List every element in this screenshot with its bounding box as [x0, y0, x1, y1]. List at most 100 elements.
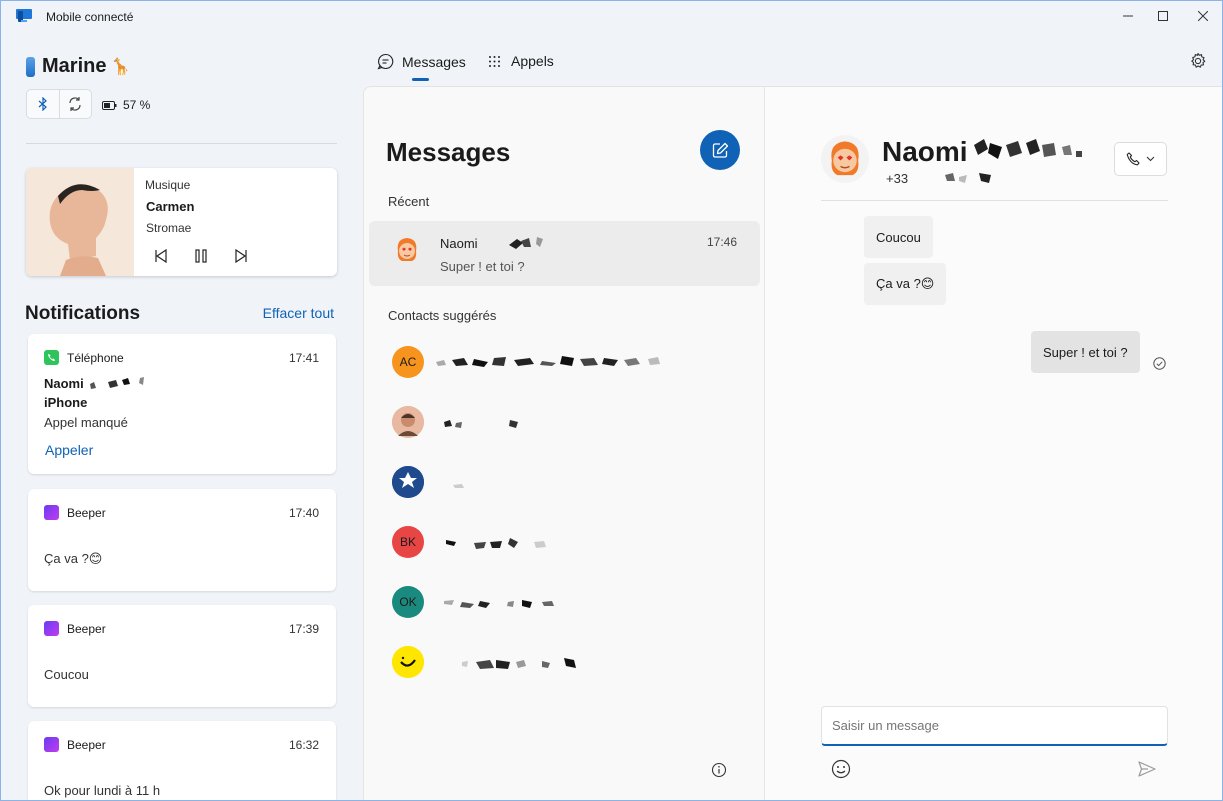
suggested-contact[interactable]: BK	[364, 526, 764, 566]
maximize-button[interactable]	[1146, 1, 1180, 31]
pause-button[interactable]	[190, 246, 212, 266]
settings-gear-icon[interactable]	[1189, 52, 1207, 70]
phone-icon	[26, 56, 35, 77]
beeper-app-icon	[44, 737, 59, 752]
redacted-scribble	[974, 139, 1082, 159]
device-header[interactable]: Marine 🦒	[26, 55, 130, 78]
notification-device: iPhone	[44, 395, 88, 410]
notification-time: 17:41	[288, 351, 319, 365]
title-bar: Mobile connecté	[1, 1, 1222, 31]
emoji-icon[interactable]	[831, 759, 851, 779]
redacted-scribble	[453, 484, 464, 488]
conversation-time: 17:46	[706, 235, 737, 249]
battery-status: 57 %	[102, 98, 150, 112]
notification-time: 16:32	[288, 738, 319, 752]
redacted-scribble	[444, 600, 554, 608]
notification-card[interactable]: Téléphone 17:41 Naomi iPhone Appel manqu…	[28, 334, 336, 474]
device-name: Marine	[42, 55, 107, 77]
send-icon[interactable]	[1137, 759, 1157, 779]
memoji-avatar-icon	[831, 141, 859, 176]
chat-header-divider	[821, 200, 1168, 201]
contact-avatar	[392, 646, 424, 678]
battery-level: 57 %	[123, 98, 151, 112]
app-window: Mobile connecté Marine 🦒 57 % Musique Ca…	[0, 0, 1223, 801]
organization-logo-icon	[392, 466, 424, 498]
maximize-icon	[1158, 11, 1168, 21]
previous-track-button[interactable]	[150, 246, 172, 266]
close-button[interactable]	[1186, 1, 1220, 31]
music-card[interactable]: Musique Carmen Stromae	[26, 168, 337, 276]
chat-pane: Naomi +33 Coucou Ça va ?😊 Super ! et toi…	[764, 86, 1222, 800]
notification-time: 17:40	[288, 506, 319, 520]
device-actions	[26, 89, 92, 119]
suggested-contact[interactable]	[364, 646, 764, 686]
contact-avatar	[391, 234, 423, 266]
message-bubble-incoming: Ça va ?😊	[864, 263, 947, 305]
battery-icon	[102, 100, 117, 110]
conversation-item[interactable]: Naomi Super ! et toi ? 17:46	[369, 221, 760, 286]
dialpad-icon	[489, 55, 500, 67]
sync-button[interactable]	[58, 90, 91, 118]
message-bubble-incoming: Coucou	[864, 216, 933, 258]
bluetooth-icon	[38, 97, 47, 111]
info-icon[interactable]	[711, 762, 727, 778]
chat-bubble-icon	[377, 53, 394, 70]
previous-icon	[155, 249, 167, 263]
notification-card[interactable]: Beeper 17:39 Coucou	[28, 605, 336, 707]
tab-calls-label: Appels	[511, 53, 554, 69]
notifications-title: Notifications	[25, 303, 141, 324]
sent-check-icon	[1153, 357, 1166, 370]
notification-app-name: Beeper	[67, 737, 106, 752]
notification-card[interactable]: Beeper 16:32 Ok pour lundi à 11 h	[28, 721, 336, 800]
redacted-scribble	[444, 420, 518, 428]
notification-header: Beeper	[44, 737, 106, 752]
suggested-contact[interactable]	[364, 466, 764, 506]
suggested-contact[interactable]: OK	[364, 586, 764, 626]
redacted-scribble	[509, 237, 543, 249]
divider	[26, 143, 337, 144]
beeper-app-icon	[44, 505, 59, 520]
call-button[interactable]	[1114, 142, 1167, 176]
suggested-contact[interactable]: AC	[364, 346, 764, 386]
beeper-app-icon	[44, 621, 59, 636]
redacted-scribble	[945, 173, 991, 183]
minimize-button[interactable]	[1111, 1, 1145, 31]
tab-calls[interactable]: Appels	[488, 53, 554, 69]
compose-icon	[712, 142, 728, 158]
notification-header: Beeper	[44, 505, 106, 520]
next-icon	[235, 249, 247, 263]
album-portrait-image	[26, 168, 134, 276]
new-message-button[interactable]	[700, 130, 740, 170]
chat-contact-number: +33	[886, 171, 909, 186]
music-label: Musique	[145, 178, 191, 192]
chat-contact-name: Naomi	[882, 136, 968, 167]
sync-icon	[69, 97, 82, 111]
notification-app-name: Beeper	[67, 621, 106, 636]
bluetooth-button[interactable]	[27, 90, 59, 118]
notification-body: Appel manqué	[44, 415, 128, 430]
message-bubble-outgoing: Super ! et toi ?	[1031, 331, 1140, 373]
redacted-scribble	[446, 538, 546, 549]
contact-avatar	[392, 406, 424, 438]
conversation-preview: Super ! et toi ?	[440, 259, 525, 274]
tab-messages[interactable]: Messages	[377, 53, 466, 70]
notification-body: Ça va ?😊	[44, 551, 103, 566]
pause-icon	[195, 249, 207, 263]
notification-body: Ok pour lundi à 11 h	[44, 783, 161, 798]
contact-avatar: BK	[392, 526, 424, 558]
notification-sender: Naomi	[44, 376, 84, 391]
call-back-link[interactable]: Appeler	[45, 442, 93, 458]
phone-call-icon	[44, 350, 59, 365]
suggested-contact[interactable]	[364, 406, 764, 446]
tab-messages-label: Messages	[402, 53, 466, 70]
next-track-button[interactable]	[230, 246, 252, 266]
memoji-avatar-icon	[397, 238, 417, 261]
close-icon	[1198, 11, 1208, 21]
smiley-icon	[392, 646, 424, 678]
notification-app-name: Beeper	[67, 505, 106, 520]
notification-card[interactable]: Beeper 17:40 Ça va ?😊	[28, 489, 336, 591]
suggested-contacts-label: Contacts suggérés	[388, 308, 497, 323]
phone-icon	[1126, 152, 1140, 166]
message-input[interactable]	[821, 706, 1168, 746]
clear-all-link[interactable]: Effacer tout	[263, 305, 334, 321]
